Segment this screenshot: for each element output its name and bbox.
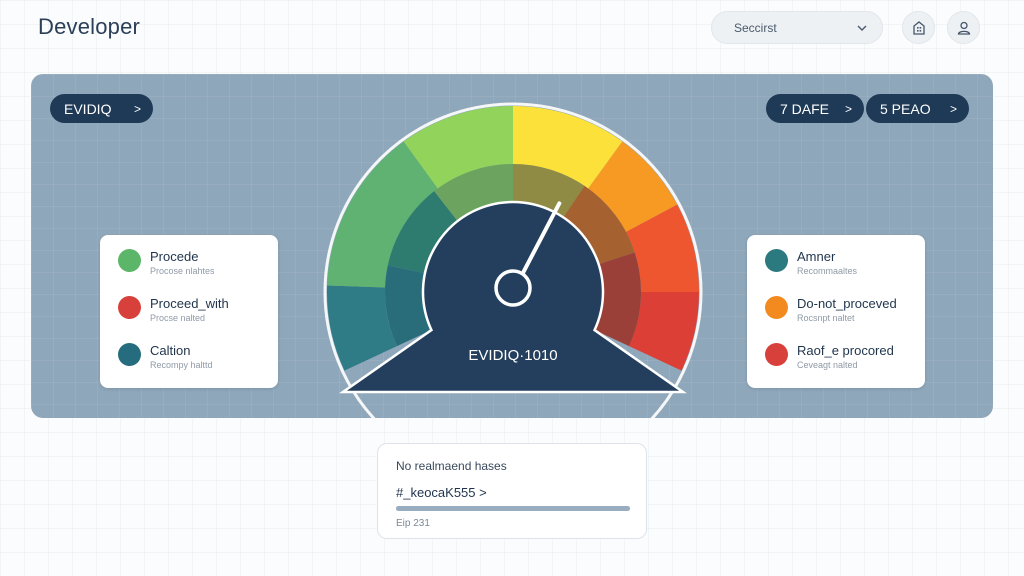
period-pill-label: 5 PEAO	[880, 100, 931, 117]
info-card-progress-fill	[396, 506, 630, 511]
legend-dot	[118, 343, 141, 366]
period-pill-button[interactable]: 5 PEAO >	[866, 94, 969, 123]
gauge-hub	[494, 269, 532, 307]
chevron-right-icon: >	[949, 101, 957, 116]
legend-dot	[765, 249, 788, 272]
legend-subtitle: Rocsnpt naltet	[797, 313, 855, 323]
legend-dot	[118, 296, 141, 319]
info-card-progress	[396, 506, 630, 511]
date-pill-label: 7 DAFE	[780, 100, 830, 117]
legend-title: Amner	[797, 249, 836, 264]
evidiq-pill-label: EVIDIQ	[64, 100, 112, 117]
legend-item: Caltion Recompy halttd	[118, 343, 278, 390]
legend-item: Proceed_with Procse nalted	[118, 296, 278, 343]
legend-dot	[765, 343, 788, 366]
chevron-right-icon: >	[133, 101, 141, 116]
legend-title: Caltion	[150, 343, 191, 358]
legend-dot	[118, 249, 141, 272]
user-button[interactable]	[947, 11, 980, 44]
user-icon	[957, 21, 970, 35]
gauge-label: EVIDIQ·1010	[468, 347, 557, 364]
building-button[interactable]	[902, 11, 935, 44]
environment-select[interactable]: Seccirst	[711, 11, 883, 44]
info-card-title: No realmaend hases	[396, 459, 507, 473]
chevron-down-icon	[857, 25, 867, 31]
gauge-panel: EVIDIQ·1010 EVIDIQ > 7 DAFE > 5 PEAO > P…	[31, 74, 993, 418]
info-card[interactable]: No realmaend hases #_keocaK555 > Eip 231	[377, 443, 647, 539]
legend-item: Procede Procose nlahtes	[118, 249, 278, 296]
legend-title: Do-not_proceved	[797, 296, 897, 311]
info-card-link[interactable]: #_keocaK555 >	[396, 485, 628, 500]
legend-item: Do-not_proceved Rocsnpt naltet	[765, 296, 925, 343]
evidiq-pill-button[interactable]: EVIDIQ >	[50, 94, 153, 123]
legend-title: Proceed_with	[150, 296, 229, 311]
app-title: Developer	[38, 14, 141, 39]
legend-subtitle: Recommaaltes	[797, 266, 858, 276]
chevron-right-icon: >	[844, 101, 852, 116]
legend-subtitle: Ceveagt nalted	[797, 360, 858, 370]
building-icon	[912, 20, 925, 35]
legend-subtitle: Procose nlahtes	[150, 266, 215, 276]
date-pill-button[interactable]: 7 DAFE >	[766, 94, 864, 123]
legend-subtitle: Recompy halttd	[150, 360, 213, 370]
legend-item: Raof_e procored Ceveagt nalted	[765, 343, 925, 390]
environment-select-value: Seccirst	[734, 20, 777, 35]
legend-title: Procede	[150, 249, 199, 264]
left-legend: Procede Procose nlahtes Proceed_with Pro…	[100, 235, 278, 388]
legend-dot	[765, 296, 788, 319]
legend-item: Amner Recommaaltes	[765, 249, 925, 296]
info-card-sub: Eip 231	[396, 518, 430, 529]
right-legend: Amner Recommaaltes Do-not_proceved Rocsn…	[747, 235, 925, 388]
legend-title: Raof_e procored	[797, 343, 894, 358]
legend-subtitle: Procse nalted	[150, 313, 206, 323]
